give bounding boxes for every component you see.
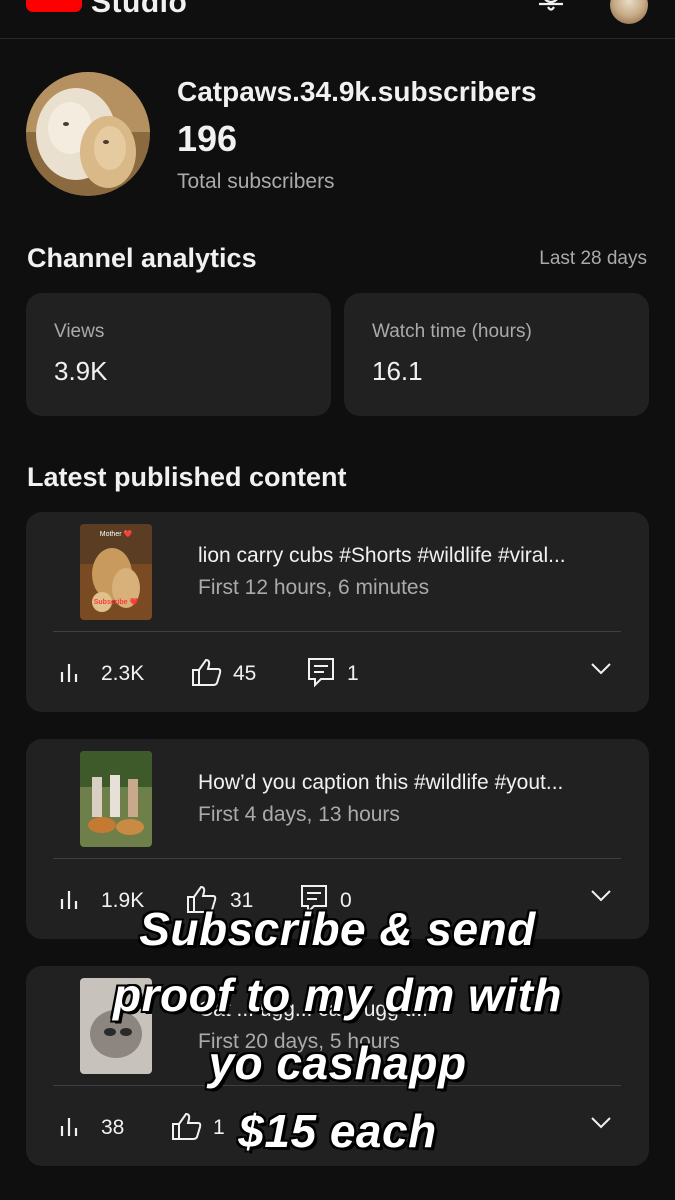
watch-time-value: 16.1 — [372, 356, 423, 386]
views-label: Views — [54, 321, 105, 342]
views-value: 3.9K — [54, 356, 108, 386]
tigers-people-thumbnail-image — [80, 751, 152, 847]
studio-wordmark[interactable]: Studio — [91, 0, 187, 20]
channel-avatar[interactable] — [26, 72, 150, 196]
card-divider — [53, 631, 621, 632]
overlay-caption-line: proof to my dm with — [112, 969, 562, 1021]
thumbnail-caption-bottom: Subscribe ❤️ — [93, 599, 139, 606]
chevron-down-icon[interactable] — [590, 889, 612, 903]
subscriber-count: 196 — [177, 118, 238, 159]
date-range-label[interactable]: Last 28 days — [539, 248, 647, 270]
youtube-logo-icon[interactable] — [26, 0, 82, 12]
thumbnail-caption-top: Mother ❤️ — [99, 531, 133, 538]
video-thumbnail[interactable] — [80, 751, 152, 847]
thumbs-up-icon — [192, 658, 222, 686]
card-divider — [53, 858, 621, 859]
channel-name: Catpaws.34.9k.subscribers — [177, 76, 537, 107]
video-period: First 4 days, 13 hours — [198, 803, 400, 826]
video-title[interactable]: How’d you caption this #wildlife #yout..… — [198, 771, 623, 795]
watch-time-card[interactable]: Watch time (hours) 16.1 — [344, 293, 649, 416]
studio-dashboard: Studio Catpaws.34.9k.subscribers 196 Tot… — [0, 0, 675, 1200]
chevron-down-icon[interactable] — [590, 662, 612, 676]
latest-content-title: Latest published content — [27, 462, 347, 492]
video-title[interactable]: lion carry cubs #Shorts #wildlife #viral… — [198, 544, 623, 568]
bar-chart-icon — [60, 664, 78, 682]
comments-value: 1 — [347, 662, 359, 685]
overlay-caption-line: yo cashapp — [208, 1037, 467, 1089]
analytics-title: Channel analytics — [27, 243, 257, 273]
top-bar: Studio — [0, 0, 675, 39]
comment-icon — [308, 658, 334, 687]
likes-value: 45 — [233, 662, 257, 685]
watch-time-label: Watch time (hours) — [372, 321, 532, 342]
subscriber-label: Total subscribers — [177, 170, 335, 193]
bell-icon[interactable] — [536, 0, 566, 12]
video-thumbnail[interactable]: Mother ❤️ Subscribe ❤️ — [80, 524, 152, 620]
video-card[interactable]: Mother ❤️ Subscribe ❤️ lion carry cubs #… — [26, 512, 649, 712]
overlay-caption-line: $15 each — [238, 1105, 437, 1157]
views-card[interactable]: Views 3.9K — [26, 293, 331, 416]
overlay-caption-line: Subscribe & send — [139, 903, 536, 955]
video-period: First 12 hours, 6 minutes — [198, 576, 430, 599]
lion-avatar-image — [26, 72, 150, 196]
views-value: 2.3K — [101, 662, 145, 685]
account-avatar[interactable] — [610, 0, 648, 24]
